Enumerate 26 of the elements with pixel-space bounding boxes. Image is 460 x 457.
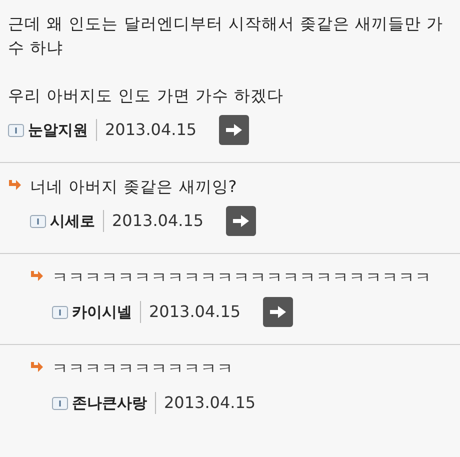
arrow-icon [268, 305, 287, 319]
comment-date: 2013.04.15 [164, 392, 256, 414]
comment-date: 2013.04.15 [112, 210, 204, 232]
user-badge-icon [8, 124, 24, 136]
user-badge-icon [52, 306, 68, 318]
reply-arrow-icon [8, 179, 22, 191]
comment-text: 우리 아버지도 인도 가면 가수 하겠다 [8, 85, 284, 107]
reply-button[interactable] [262, 297, 293, 327]
arrow-icon [224, 123, 243, 137]
comment-text: 근데 왜 인도는 달러엔디부터 시작해서 좆같은 새끼들만 가수 하냐 [8, 13, 444, 59]
reply-button[interactable] [226, 206, 256, 236]
comment-date: 2013.04.15 [149, 301, 241, 323]
author-name: 존나큰사랑 [72, 392, 147, 414]
reply-arrow-icon [30, 361, 44, 373]
author-name: 시세로 [50, 210, 95, 232]
author-name: 눈알지원 [28, 120, 88, 141]
comment-text: ㅋㅋㅋㅋㅋㅋㅋㅋㅋㅋㅋ [52, 358, 234, 380]
arrow-icon [232, 214, 250, 228]
comment-date: 2013.04.15 [105, 119, 197, 141]
user-badge-icon [52, 396, 68, 410]
author-name: 카이시넬 [72, 302, 132, 323]
reply-button[interactable] [218, 115, 249, 145]
user-badge-icon [30, 214, 46, 228]
reply-arrow-icon [30, 270, 44, 282]
comment-text: ㅋㅋㅋㅋㅋㅋㅋㅋㅋㅋㅋㅋㅋㅋㅋㅋㅋㅋㅋㅋㅋㅋㅋ [52, 267, 432, 289]
comment-text: 너네 아버지 좆같은 새끼잉? [30, 176, 238, 198]
